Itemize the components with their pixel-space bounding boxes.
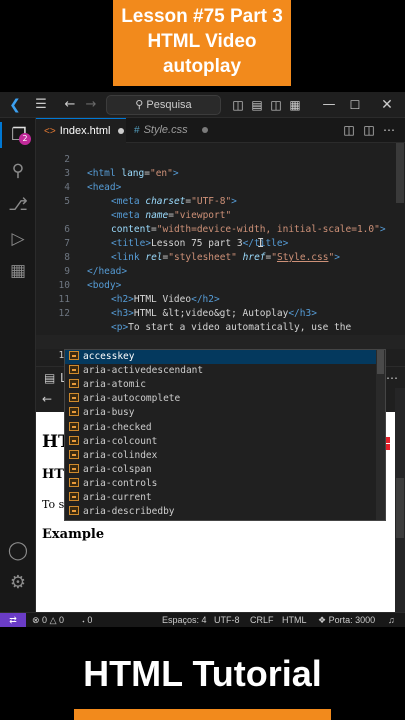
preview-paragraph: To s [42,498,65,511]
banner-line-3: autoplay [162,56,242,77]
suggestion-item[interactable]: aria-describedby [65,505,376,519]
preview-tab-icon[interactable]: ▤ [44,367,55,389]
toggle-sidebar-icon[interactable]: ◫ [229,92,247,118]
code-line: 4 <meta charset="UTF-8"> [64,182,237,207]
attribute-icon [69,365,79,375]
explorer-icon[interactable]: ❐ [0,122,36,148]
source-control-icon[interactable]: ⎇ [0,192,36,218]
autocomplete-suggestions: accesskey aria-activedescendant aria-ato… [64,349,386,521]
banner-line-2: HTML Video [147,31,257,52]
editor-scrollbar[interactable] [396,143,404,203]
modified-dot-icon [118,128,125,135]
run-debug-icon[interactable]: ▷ [0,226,36,252]
attribute-icon [69,351,79,360]
more-actions-icon[interactable]: ⋯ [386,367,398,389]
suggestion-item[interactable]: aria-current [65,491,376,505]
attribute-icon [69,393,79,403]
attribute-icon [69,449,79,459]
attribute-icon [69,407,79,417]
attribute-icon [69,435,79,445]
encoding-indicator[interactable]: UTF-8 [214,613,240,627]
customize-layout-icon[interactable]: ▦ [286,92,304,118]
toggle-secondary-sidebar-icon[interactable]: ◫ [267,92,285,118]
code-line-current: 14 <video width="320" height="240" a</vi… [36,335,405,375]
code-line: 3 <head> [64,168,122,193]
indentation-indicator[interactable]: Espaços: 4 [162,613,207,627]
arrow-left-icon[interactable]: ← [61,92,79,118]
code-editor[interactable]: 2 <html lang="en"> 3 <head> 4 <meta char… [36,143,405,375]
search-icon[interactable]: ⚲ [0,158,36,184]
command-search-box[interactable]: ⚲ Pesquisa [106,95,221,115]
live-server-port[interactable]: ❖ Porta: 3000 [318,613,375,627]
maximize-icon[interactable]: ☐ [346,92,364,118]
preview-example-heading: Example [42,527,105,542]
code-line: 5 <meta name="viewport" [64,196,232,221]
attribute-icon [69,421,79,431]
code-line: 7 <link rel="stylesheet" href="Style.css… [64,238,340,263]
notifications-bell-icon[interactable]: ♫ [388,613,395,627]
code-line: 2 <html lang="en"> [64,154,179,179]
suggestion-item[interactable]: aria-controls [65,477,376,491]
suggestion-item[interactable]: aria-autocomplete [65,392,376,406]
suggestion-item[interactable]: aria-colindex [65,449,376,463]
suggestion-item[interactable]: aria-activedescendant [65,364,376,378]
explorer-badge: 2 [19,133,31,145]
attribute-icon [69,506,79,516]
tab-label: Style.css [143,124,188,136]
activity-bar: ❐ 2 ⚲ ⎇ ▷ ▦ ◯ ⚙ [0,118,36,612]
language-indicator[interactable]: HTML [282,613,307,627]
preview-scrollbar[interactable] [395,388,405,612]
ports-indicator[interactable]: 𝆺 0 [82,613,92,627]
footer-accent-bar [74,709,331,720]
attribute-icon [69,379,79,389]
css-file-icon: # [134,125,140,136]
problems-indicator[interactable]: ⊗ 0 △ 0 [32,613,64,627]
suggestion-item[interactable]: aria-checked [65,421,376,435]
eol-indicator[interactable]: CRLF [250,613,274,627]
toggle-panel-icon[interactable]: ▤ [248,92,266,118]
extensions-icon[interactable]: ▦ [0,258,36,284]
modified-dot-icon [201,127,208,134]
suggestions-scrollbar[interactable] [376,350,385,520]
tab-label: Index.html [59,125,111,137]
code-line: 10 <h2>HTML Video</h2> [58,280,220,305]
title-bar: ❮ ☰ ← → ⚲ Pesquisa ◫ ▤ ◫ ▦ — ☐ ✕ [0,92,405,118]
tutorial-title: HTML Tutorial [83,653,322,694]
code-line: 6 <title>Lesson 75 part 3</title> [64,224,289,249]
code-line: 13 <h3>Example</h3> [36,321,405,361]
suggestion-item[interactable]: aria-colspan [65,463,376,477]
hamburger-menu-icon[interactable]: ☰ [32,92,50,118]
code-line: content="width=device-width, initial-sca… [111,224,386,235]
settings-gear-icon[interactable]: ⚙ [0,570,36,596]
html-file-icon: <> [44,126,56,137]
search-placeholder: Pesquisa [146,99,192,111]
remote-icon[interactable]: ⇄ [0,613,26,627]
lesson-banner: Lesson #75 Part 3 HTML Video autoplay [113,0,291,86]
arrow-right-icon[interactable]: → [82,92,100,118]
suggestion-item[interactable]: aria-atomic [65,378,376,392]
mouse-ibeam-icon: I [257,236,265,250]
suggestion-item[interactable]: aria-colcount [65,435,376,449]
code-line: 9 <body> [64,266,122,291]
vscode-logo-icon: ❮ [9,97,21,113]
account-icon[interactable]: ◯ [0,538,36,564]
preview-back-icon[interactable]: ← [42,388,52,410]
code-line: 11 <h3>HTML &lt;video&gt; Autoplay</h3> [58,294,317,319]
close-icon[interactable]: ✕ [378,92,396,118]
status-bar: ⇄ ⊗ 0 △ 0 𝆺 0 Espaços: 4 UTF-8 CRLF HTML… [0,612,405,627]
code-line: 8 </head> [64,252,128,277]
attribute-icon [69,492,79,501]
suggestion-item[interactable]: accesskey [65,350,376,365]
code-line: <strong>autoplay</strong> attribute</p> [36,307,405,347]
attribute-icon [69,463,79,473]
search-icon: ⚲ [135,99,144,111]
vscode-window: ❮ ☰ ← → ⚲ Pesquisa ◫ ▤ ◫ ▦ — ☐ ✕ ❐ 2 ⚲ ⎇… [0,92,405,627]
attribute-icon [69,477,79,487]
code-line: 12 <p>To start a video automatically, us… [58,308,352,333]
banner-line-1: Lesson #75 Part 3 [121,6,283,27]
suggestion-item[interactable]: aria-busy [65,406,376,420]
minimize-icon[interactable]: — [320,92,338,118]
